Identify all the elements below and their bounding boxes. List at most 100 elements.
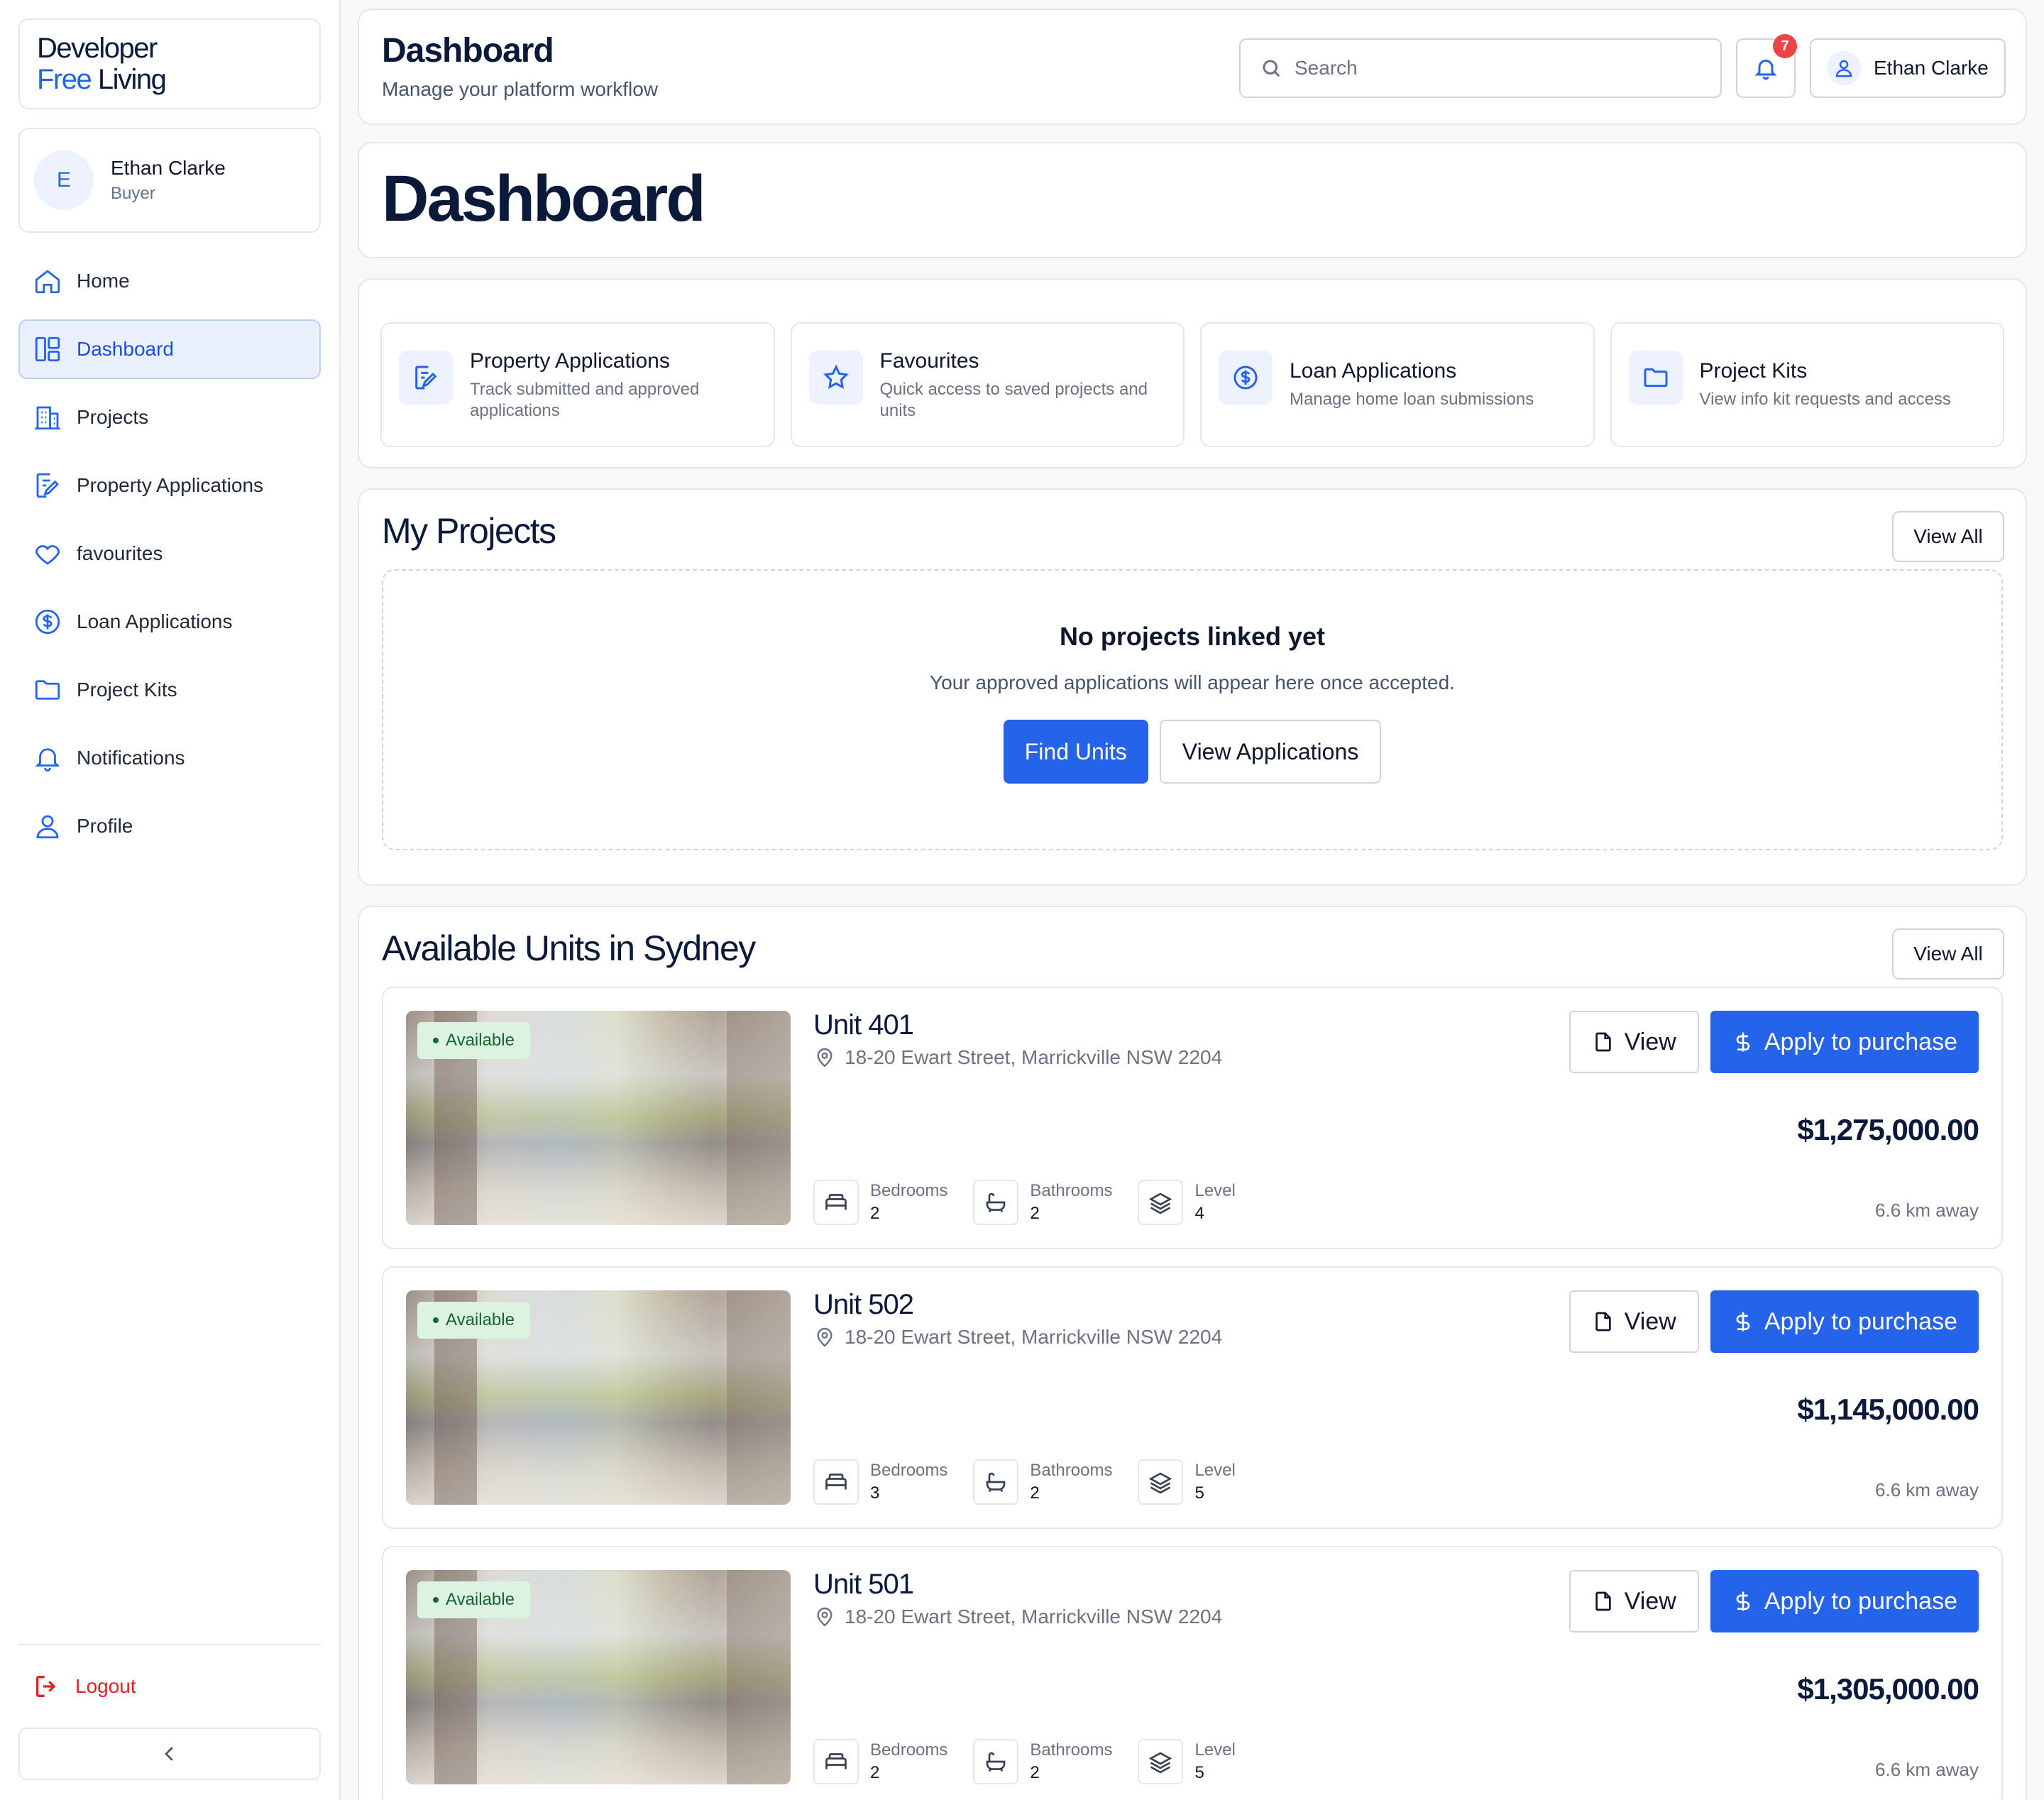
- unit-specs: Bedrooms 2 Bathrooms 2 Level 4: [813, 1180, 1236, 1225]
- photo-blur: [727, 1011, 791, 1225]
- quick-link-desc: Quick access to saved projects and units: [879, 380, 1148, 420]
- map-pin-icon: [817, 1048, 833, 1068]
- view-unit-button[interactable]: View: [1568, 1570, 1699, 1632]
- unit-actions: View Apply to purchase: [1568, 1011, 1979, 1073]
- sidebar-item-property-applications[interactable]: Property Applications: [18, 456, 321, 515]
- sidebar-item-label: Dashboard: [77, 338, 174, 360]
- logout-button[interactable]: Logout: [18, 1652, 321, 1721]
- map-pin-icon: [817, 1607, 833, 1627]
- sidebar-item-home[interactable]: Home: [18, 251, 321, 311]
- unit-distance: 6.6 km away: [1875, 1759, 1979, 1780]
- unit-specs: Bedrooms 3 Bathrooms 2 Level 5: [813, 1459, 1236, 1505]
- bath-icon: [973, 1739, 1019, 1784]
- unit-photo[interactable]: Available: [406, 1290, 791, 1505]
- sidebar-item-label: Property Applications: [77, 474, 264, 496]
- apply-label: Apply to purchase: [1764, 1028, 1957, 1055]
- photo-blur: [727, 1570, 791, 1784]
- user-avatar: [1827, 51, 1861, 85]
- dollar-icon: [1219, 351, 1273, 405]
- unit-price: $1,275,000.00: [1797, 1113, 1979, 1146]
- availability-label: Available: [446, 1590, 515, 1609]
- unit-card[interactable]: Available Unit 502 18-20 Ewart Street, M…: [382, 1266, 2003, 1529]
- unit-photo[interactable]: Available: [406, 1570, 791, 1784]
- bell-icon: [35, 748, 60, 772]
- view-label: View: [1624, 1307, 1676, 1335]
- quick-link-project-kits[interactable]: Project Kits View info kit requests and …: [1610, 322, 2004, 447]
- view-applications-button[interactable]: View Applications: [1159, 720, 1382, 784]
- empty-state-title: No projects linked yet: [1059, 622, 1326, 651]
- units-view-all-button[interactable]: View All: [1892, 928, 2004, 979]
- quick-link-desc: Manage home loan submissions: [1290, 390, 1534, 409]
- sidebar-item-project-kits[interactable]: Project Kits: [18, 660, 321, 720]
- spec-value: 2: [1030, 1483, 1040, 1503]
- hero-title: Dashboard: [382, 163, 706, 235]
- brand-rest: Living: [91, 64, 167, 95]
- quick-link-title: Property Applications: [470, 349, 670, 373]
- projects-view-all-button[interactable]: View All: [1892, 511, 2004, 562]
- sidebar-item-projects[interactable]: Projects: [18, 388, 321, 447]
- sidebar-item-label: Project Kits: [77, 679, 177, 701]
- apply-to-purchase-button[interactable]: Apply to purchase: [1710, 1011, 1979, 1073]
- quick-link-loan-applications[interactable]: Loan Applications Manage home loan submi…: [1200, 322, 1595, 447]
- sidebar-item-notifications[interactable]: Notifications: [18, 728, 321, 788]
- find-units-button[interactable]: Find Units: [1003, 720, 1148, 784]
- sidebar-item-dashboard[interactable]: Dashboard: [18, 319, 321, 379]
- search-input[interactable]: [1295, 57, 1692, 79]
- view-unit-button[interactable]: View: [1568, 1011, 1699, 1073]
- spec-label: Level: [1194, 1740, 1236, 1760]
- layers-icon: [1138, 1459, 1184, 1505]
- quick-link-favourites[interactable]: Favourites Quick access to saved project…: [790, 322, 1185, 447]
- sidebar-item-loan-applications[interactable]: Loan Applications: [18, 592, 321, 652]
- collapse-sidebar-button[interactable]: [18, 1728, 321, 1780]
- empty-state-actions: Find Units View Applications: [1003, 720, 1382, 784]
- map-pin-icon: [817, 1327, 833, 1347]
- user-menu-name: Ethan Clarke: [1874, 57, 1989, 79]
- quick-link-desc: View info kit requests and access: [1699, 390, 1951, 409]
- brand-logo[interactable]: Developer Free Living: [18, 18, 321, 109]
- status-dot: [433, 1317, 439, 1323]
- search-box[interactable]: [1239, 38, 1722, 98]
- unit-card[interactable]: Available Unit 501 18-20 Ewart Street, M…: [382, 1546, 2003, 1800]
- unit-price: $1,145,000.00: [1797, 1393, 1979, 1426]
- availability-badge: Available: [417, 1302, 530, 1339]
- sidebar-item-label: Notifications: [77, 747, 185, 769]
- layers-icon: [1138, 1739, 1184, 1784]
- spec-bedrooms: Bedrooms 2: [813, 1180, 947, 1225]
- bed-icon: [813, 1739, 859, 1784]
- application-icon: [399, 351, 453, 405]
- sidebar: Developer Free Living E Ethan Clarke Buy…: [0, 0, 341, 1800]
- notification-count-badge: 7: [1773, 34, 1797, 58]
- avatar: E: [34, 150, 94, 210]
- user-role: Buyer: [111, 184, 155, 203]
- spec-label: Bathrooms: [1030, 1740, 1113, 1760]
- sidebar-item-label: Loan Applications: [77, 610, 233, 632]
- unit-address: 18-20 Ewart Street, Marrickville NSW 220…: [813, 1046, 1222, 1069]
- unit-card[interactable]: Available Unit 401 18-20 Ewart Street, M…: [382, 987, 2003, 1249]
- empty-state-subtitle: Your approved applications will appear h…: [930, 671, 1455, 693]
- spec-value: 2: [1030, 1204, 1040, 1223]
- sidebar-user-card[interactable]: E Ethan Clarke Buyer: [18, 128, 321, 233]
- notifications-button[interactable]: 7: [1736, 34, 1797, 98]
- spec-bathrooms: Bathrooms 2: [973, 1739, 1112, 1784]
- sidebar-item-favourites[interactable]: favourites: [18, 524, 321, 583]
- apply-label: Apply to purchase: [1764, 1307, 1957, 1335]
- quick-link-title: Loan Applications: [1290, 359, 1457, 383]
- sidebar-item-profile[interactable]: Profile: [18, 796, 321, 856]
- folder-icon: [1628, 351, 1683, 405]
- apply-to-purchase-button[interactable]: Apply to purchase: [1710, 1290, 1979, 1353]
- quick-link-property-applications[interactable]: Property Applications Track submitted an…: [380, 322, 775, 447]
- dollar-icon: [35, 609, 60, 635]
- file-icon: [1595, 1591, 1611, 1611]
- quick-link-title: Project Kits: [1699, 359, 1808, 383]
- user-menu-button[interactable]: Ethan Clarke: [1810, 38, 2006, 98]
- home-icon: [35, 270, 60, 294]
- building-icon: [35, 406, 60, 430]
- brand-line2: Free Living: [37, 64, 302, 95]
- apply-to-purchase-button[interactable]: Apply to purchase: [1710, 1570, 1979, 1632]
- spec-value: 5: [1194, 1483, 1204, 1503]
- unit-price: $1,305,000.00: [1797, 1672, 1979, 1706]
- unit-photo[interactable]: Available: [406, 1011, 791, 1225]
- view-unit-button[interactable]: View: [1568, 1290, 1699, 1353]
- quick-link-desc: Track submitted and approved application…: [470, 380, 700, 420]
- unit-actions: View Apply to purchase: [1568, 1570, 1979, 1632]
